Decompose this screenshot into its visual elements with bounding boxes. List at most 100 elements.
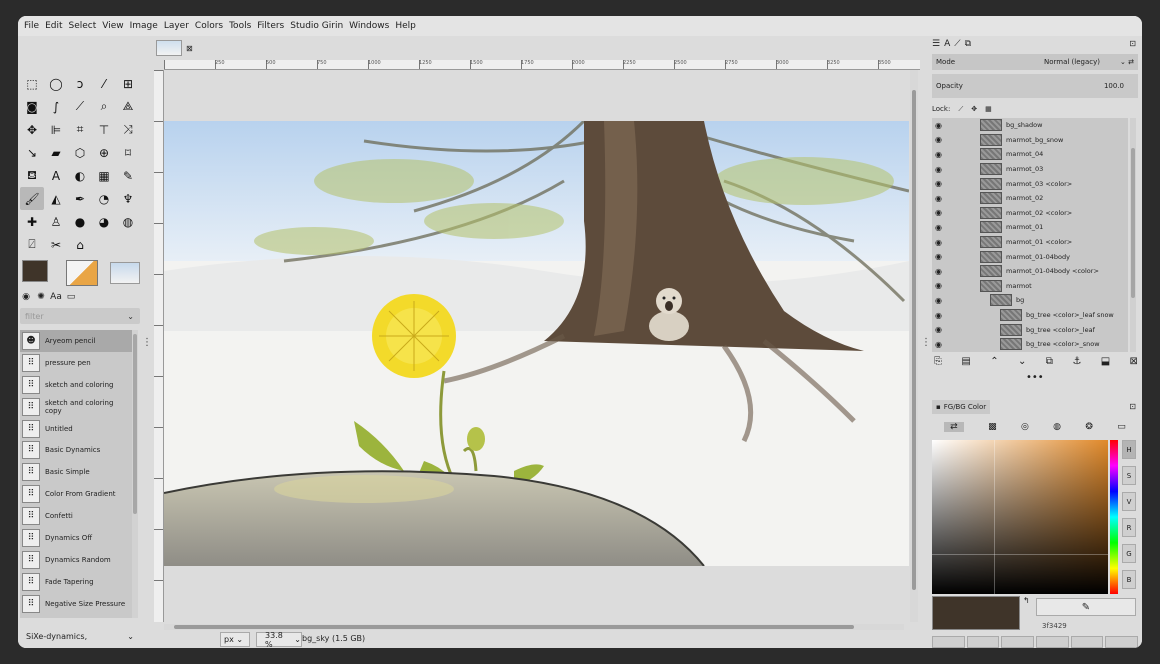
painting-canvas[interactable] <box>164 121 909 566</box>
list-item[interactable]: ⠿ Dynamics Off <box>20 527 132 549</box>
chevron-down-icon[interactable]: ⌄ <box>127 312 134 321</box>
vertical-scrollbar[interactable] <box>910 70 918 622</box>
list-item[interactable]: ⠿ Negative Size Pressure <box>20 593 132 615</box>
menu-view[interactable]: View <box>99 21 126 31</box>
channel-v-button[interactable]: V <box>1122 492 1136 511</box>
color-square-picker[interactable] <box>932 440 1108 594</box>
layer-row[interactable]: ◉ marmot_01 <color> <box>932 235 1128 250</box>
list-item[interactable]: ⠿ pressure pen <box>20 352 132 374</box>
hex-value[interactable]: 3f3429 <box>1042 622 1067 630</box>
history-swatch[interactable] <box>1001 636 1035 648</box>
layer-mode-select[interactable]: Mode Normal (legacy) ⌄ ⇄ <box>932 54 1138 70</box>
wheel-selector-icon[interactable]: ◍ <box>1053 422 1061 432</box>
hue-strip[interactable] <box>1110 440 1118 594</box>
menu-windows[interactable]: Windows <box>346 21 392 31</box>
chevron-down-icon[interactable]: ⌄ ⇄ <box>1120 58 1134 66</box>
convolve-icon[interactable]: ✂ <box>44 233 68 256</box>
duplicate-layer-icon[interactable]: ⧉ <box>1046 356 1053 367</box>
anchor-layer-icon[interactable]: ⚓ <box>1072 356 1081 367</box>
lower-layer-icon[interactable]: ⌄ <box>1018 356 1026 367</box>
paths-tab-icon[interactable]: ⟋ <box>954 39 960 49</box>
channel-s-button[interactable]: S <box>1122 466 1136 485</box>
list-item[interactable]: ⠿ Basic Dynamics <box>20 439 132 461</box>
visibility-eye-icon[interactable]: ◉ <box>935 179 942 188</box>
visibility-eye-icon[interactable]: ◉ <box>935 311 942 320</box>
swap-colors-icon[interactable]: ↰ <box>1023 596 1030 605</box>
menu-colors[interactable]: Colors <box>192 21 226 31</box>
dock-menu-icon[interactable]: ⊡ <box>1129 39 1136 48</box>
channel-b-button[interactable]: B <box>1122 570 1136 589</box>
zoom-select[interactable]: 33.8 % ⌄ <box>256 631 302 648</box>
gimp-selector-icon[interactable]: ⇄ <box>944 422 964 432</box>
close-icon[interactable]: ⊠ <box>186 44 193 53</box>
channel-h-button[interactable]: H <box>1122 440 1136 459</box>
dock-splitter[interactable]: ⋮ <box>142 36 152 648</box>
butterfly-tab-icon[interactable]: ✺ <box>35 291 47 303</box>
menu-edit[interactable]: Edit <box>42 21 65 31</box>
history-swatch[interactable] <box>932 636 965 648</box>
layer-row[interactable]: ◉ marmot_02 <color> <box>932 206 1128 221</box>
history-swatch[interactable] <box>1070 636 1104 648</box>
menu-filters[interactable]: Filters <box>254 21 287 31</box>
channel-g-button[interactable]: G <box>1122 544 1136 563</box>
layer-row[interactable]: ◉ marmot_04 <box>932 147 1128 162</box>
unified-transform-icon[interactable]: ⊤ <box>92 118 116 141</box>
layer-row[interactable]: ◉ marmot_01 <box>932 220 1128 235</box>
measure-icon[interactable]: ⟁ <box>116 95 140 118</box>
visibility-eye-icon[interactable]: ◉ <box>935 252 942 261</box>
visibility-eye-icon[interactable]: ◉ <box>935 281 942 290</box>
scissors-icon[interactable]: ⍁ <box>20 233 44 256</box>
dynamics-select[interactable]: SiXe-dynamics, ⌄ <box>20 628 140 644</box>
lock-position-icon[interactable]: ✥ <box>971 105 977 113</box>
vertical-ruler[interactable] <box>154 70 164 622</box>
menu-file[interactable]: File <box>21 21 42 31</box>
scales-selector-icon[interactable]: ▭ <box>1117 422 1126 432</box>
crop-icon[interactable]: ⌗ <box>68 118 92 141</box>
mypaint-brush-icon[interactable]: ♆ <box>116 187 140 210</box>
free-select-icon[interactable]: ↄ <box>68 72 92 95</box>
layer-row[interactable]: ◉ bg <box>932 293 1128 308</box>
channel-r-button[interactable]: R <box>1122 518 1136 537</box>
layer-row[interactable]: ◉ bg_shadow <box>932 118 1128 133</box>
image-preview-thumb[interactable] <box>110 262 140 284</box>
dock-splitter[interactable]: ⋮ <box>921 36 931 648</box>
layer-row[interactable]: ◉ marmot_01-04body <color> <box>932 264 1128 279</box>
menu-image[interactable]: Image <box>127 21 161 31</box>
unit-select[interactable]: px ⌄ <box>220 632 250 647</box>
perspective-icon[interactable]: ⬡ <box>68 141 92 164</box>
heal-icon[interactable]: ✚ <box>20 210 44 233</box>
perspective-clone-icon[interactable]: ⌂ <box>68 233 92 256</box>
foreground-select-icon[interactable]: ◙ <box>20 95 44 118</box>
layers-tab-icon[interactable]: ☰ <box>932 39 940 49</box>
cage-icon[interactable]: ⊕ <box>92 141 116 164</box>
list-item[interactable]: ⠿ Confetti <box>20 505 132 527</box>
history-swatch[interactable] <box>1105 636 1139 648</box>
image-tab[interactable]: ⊠ <box>156 38 204 58</box>
list-item[interactable]: ☻ Aryeom pencil <box>20 330 132 352</box>
raise-layer-icon[interactable]: ⌃ <box>990 356 998 367</box>
font-tab-icon[interactable]: Aa <box>50 291 62 303</box>
layer-row[interactable]: ◉ marmot_03 <box>932 162 1128 177</box>
list-item[interactable]: ⠿ Untitled <box>20 418 132 440</box>
menu-help[interactable]: Help <box>392 21 419 31</box>
fgbg-color-tab[interactable]: ▪ FG/BG Color <box>932 400 991 414</box>
menu-layer[interactable]: Layer <box>161 21 192 31</box>
history-swatch[interactable] <box>1036 636 1069 648</box>
text-tab-icon[interactable]: A <box>944 39 950 49</box>
layer-row[interactable]: ◉ marmot <box>932 279 1128 294</box>
airbrush-icon[interactable]: ✒ <box>68 187 92 210</box>
watercolor-selector-icon[interactable]: ❂ <box>1085 422 1093 432</box>
text-icon[interactable]: A <box>44 164 68 187</box>
paintbrush-icon[interactable]: 🖌 <box>20 187 44 210</box>
move-icon[interactable]: ✥ <box>20 118 44 141</box>
visibility-eye-icon[interactable]: ◉ <box>935 325 942 334</box>
visibility-eye-icon[interactable]: ◉ <box>935 223 942 232</box>
color-picker-icon[interactable]: ⟋ <box>68 95 92 118</box>
visibility-eye-icon[interactable]: ◉ <box>935 296 942 305</box>
select-by-color-icon[interactable]: ⊞ <box>116 72 140 95</box>
visibility-eye-icon[interactable]: ◉ <box>935 135 942 144</box>
layer-row[interactable]: ◉ marmot_bg_snow <box>932 133 1128 148</box>
visibility-eye-icon[interactable]: ◉ <box>935 121 942 130</box>
opacity-slider[interactable]: Opacity 100.0 <box>932 74 1138 98</box>
layer-row[interactable]: ◉ marmot_01-04body <box>932 249 1128 264</box>
